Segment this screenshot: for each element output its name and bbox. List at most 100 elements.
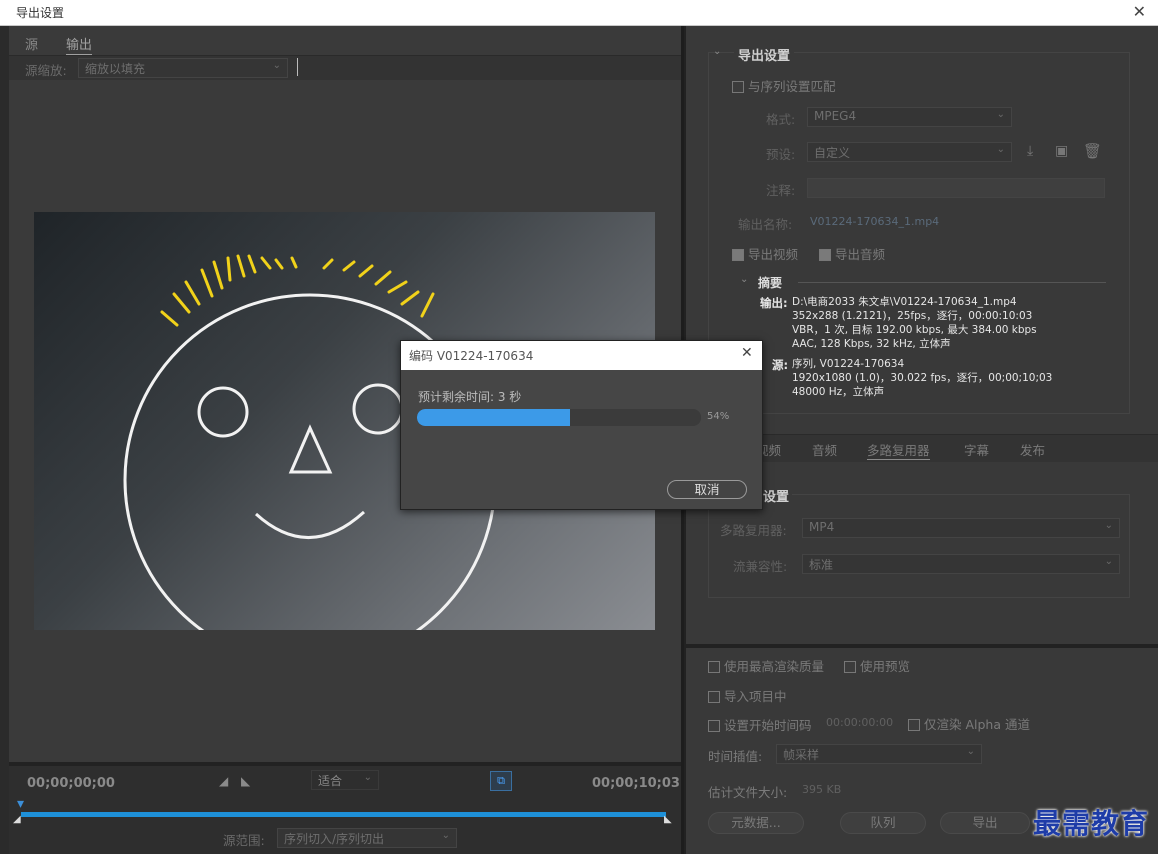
section-divider bbox=[686, 644, 1158, 648]
in-point-icon[interactable]: ◢ bbox=[13, 814, 21, 825]
summary-output-line: D:\电商2033 朱文卓\V01224-170634_1.mp4 bbox=[792, 296, 1017, 308]
set-start-tc-checkbox[interactable]: 设置开始时间码 bbox=[708, 715, 812, 734]
set-start-tc-label: 设置开始时间码 bbox=[724, 718, 812, 733]
close-icon[interactable]: ✕ bbox=[1133, 2, 1146, 21]
est-size-value: 395 KB bbox=[802, 783, 842, 796]
import-project-checkbox[interactable]: 导入项目中 bbox=[708, 686, 787, 705]
start-tc-value[interactable]: 00:00:00:00 bbox=[826, 716, 893, 729]
summary-title: 摘要 bbox=[758, 276, 783, 290]
muxer-dropdown[interactable]: MP4 ⌄ bbox=[802, 518, 1120, 538]
match-sequence-checkbox[interactable]: 与序列设置匹配 bbox=[732, 76, 836, 95]
comment-label: 注释: bbox=[766, 183, 796, 198]
tab-multiplexer[interactable]: 多路复用器 bbox=[867, 440, 930, 460]
tab-publish[interactable]: 发布 bbox=[1020, 440, 1045, 459]
compat-value: 标准 bbox=[809, 558, 834, 572]
tab-captions[interactable]: 字幕 bbox=[964, 440, 989, 459]
source-range-dropdown[interactable]: 序列切入/序列切出 ⌄ bbox=[277, 828, 457, 848]
progress-percent: 54% bbox=[707, 411, 730, 422]
chevron-down-icon[interactable]: ⌄ bbox=[740, 274, 748, 285]
start-timecode[interactable]: 00;00;00;00 bbox=[27, 776, 115, 791]
checkbox-icon[interactable] bbox=[708, 661, 720, 673]
est-size-label: 估计文件大小: bbox=[708, 785, 788, 800]
mark-in-icon[interactable]: ◢ bbox=[219, 774, 228, 788]
use-preview-checkbox[interactable]: 使用预览 bbox=[844, 656, 910, 675]
left-edge-strip bbox=[0, 26, 9, 854]
chevron-down-icon: ⌄ bbox=[363, 772, 372, 783]
checkbox-icon[interactable] bbox=[908, 719, 920, 731]
chevron-down-icon: ⌄ bbox=[441, 830, 450, 841]
output-name-label: 输出名称: bbox=[738, 217, 793, 232]
muxer-value: MP4 bbox=[809, 520, 835, 534]
summary-output-lines: D:\电商2033 朱文卓\V01224-170634_1.mp4 352x28… bbox=[792, 295, 1037, 351]
source-range-value: 序列切入/序列切出 bbox=[284, 832, 385, 846]
crop-icon[interactable]: ⧉ bbox=[490, 771, 512, 791]
dialog-titlebar: 编码 V01224-170634 ✕ bbox=[401, 341, 762, 370]
tab-audio[interactable]: 音频 bbox=[812, 440, 837, 459]
cancel-button[interactable]: 取消 bbox=[667, 480, 747, 499]
summary-source-label: 源: bbox=[772, 358, 789, 372]
interp-value: 帧采样 bbox=[783, 748, 820, 762]
preset-dropdown[interactable]: 自定义 ⌄ bbox=[807, 142, 1012, 162]
summary-output-line: VBR，1 次, 目标 192.00 kbps, 最大 384.00 kbps bbox=[792, 324, 1037, 336]
format-value: MPEG4 bbox=[814, 109, 857, 123]
close-icon[interactable]: ✕ bbox=[741, 345, 753, 361]
queue-button[interactable]: 队列 bbox=[840, 812, 926, 834]
window-title: 导出设置 bbox=[16, 6, 65, 20]
use-preview-label: 使用预览 bbox=[860, 659, 911, 674]
summary-output-line: AAC, 128 Kbps, 32 kHz, 立体声 bbox=[792, 338, 951, 350]
timeline-bar: 00;00;00;00 ◢ ◣ 适合 ⌄ ⧉ 00;00;10;03 ▾ ◢ ◣… bbox=[9, 762, 681, 854]
tab-source[interactable]: 源 bbox=[25, 34, 38, 53]
comment-input[interactable] bbox=[807, 178, 1105, 198]
mux-settings-box bbox=[708, 494, 1130, 598]
chevron-down-icon: ⌄ bbox=[996, 144, 1005, 155]
format-dropdown[interactable]: MPEG4 ⌄ bbox=[807, 107, 1012, 127]
summary-source-line: 序列, V01224-170634 bbox=[792, 358, 905, 370]
alpha-only-label: 仅渲染 Alpha 通道 bbox=[924, 717, 1030, 732]
chevron-down-icon: ⌄ bbox=[272, 60, 281, 71]
source-scale-label: 源缩放: bbox=[25, 63, 67, 78]
checkbox-icon[interactable] bbox=[708, 691, 720, 703]
mux-settings-title: 设置 bbox=[760, 486, 793, 505]
checkbox-icon[interactable] bbox=[708, 720, 720, 732]
checkbox-checked-icon[interactable] bbox=[732, 249, 744, 261]
chevron-down-icon: ⌄ bbox=[966, 746, 975, 757]
source-scale-value: 缩放以填充 bbox=[85, 62, 146, 76]
export-video-checkbox[interactable]: 导出视频 bbox=[732, 244, 798, 263]
end-timecode[interactable]: 00;00;10;03 bbox=[592, 776, 680, 791]
progress-bar bbox=[417, 409, 701, 426]
out-point-icon[interactable]: ◣ bbox=[664, 814, 672, 825]
watermark-logo: 最需教育 bbox=[1033, 807, 1150, 840]
interp-dropdown[interactable]: 帧采样 ⌄ bbox=[776, 744, 982, 764]
preset-value: 自定义 bbox=[814, 146, 851, 160]
export-audio-checkbox[interactable]: 导出音频 bbox=[819, 244, 885, 263]
chevron-down-icon: ⌄ bbox=[996, 109, 1005, 120]
summary-source-line: 48000 Hz，立体声 bbox=[792, 386, 885, 398]
summary-divider bbox=[798, 282, 1106, 283]
max-render-checkbox[interactable]: 使用最高渲染质量 bbox=[708, 656, 824, 675]
interp-label: 时间插值: bbox=[708, 749, 763, 764]
playhead-icon[interactable]: ▾ bbox=[17, 796, 24, 812]
checkbox-checked-icon[interactable] bbox=[819, 249, 831, 261]
work-area-bar[interactable] bbox=[21, 812, 666, 817]
window-titlebar: 导出设置 ✕ bbox=[0, 0, 1158, 26]
alpha-only-checkbox[interactable]: 仅渲染 Alpha 通道 bbox=[908, 714, 1030, 733]
compat-dropdown[interactable]: 标准 ⌄ bbox=[802, 554, 1120, 574]
metadata-button[interactable]: 元数据... bbox=[708, 812, 804, 834]
fit-dropdown[interactable]: 适合 ⌄ bbox=[311, 770, 379, 790]
export-settings-title: 导出设置 bbox=[734, 45, 795, 64]
match-sequence-label: 与序列设置匹配 bbox=[748, 79, 836, 94]
import-preset-icon[interactable]: ▣ bbox=[1055, 143, 1068, 159]
output-name-link[interactable]: V01224-170634_1.mp4 bbox=[810, 215, 939, 228]
summary-source-lines: 序列, V01224-170634 1920x1080 (1.0)，30.022… bbox=[792, 357, 1052, 399]
mark-out-icon[interactable]: ◣ bbox=[241, 774, 250, 788]
chevron-down-icon[interactable]: ⌄ bbox=[713, 46, 721, 57]
source-scale-dropdown[interactable]: 缩放以填充 ⌄ bbox=[78, 58, 288, 78]
checkbox-icon[interactable] bbox=[844, 661, 856, 673]
tab-output[interactable]: 输出 bbox=[66, 34, 93, 55]
summary-output-label: 输出: bbox=[760, 296, 788, 310]
progress-fill bbox=[417, 409, 571, 426]
export-button[interactable]: 导出 bbox=[940, 812, 1030, 834]
checkbox-icon[interactable] bbox=[732, 81, 744, 93]
delete-preset-icon[interactable]: 🗑 bbox=[1083, 142, 1102, 160]
save-preset-icon[interactable]: ⤓ bbox=[1027, 143, 1033, 159]
